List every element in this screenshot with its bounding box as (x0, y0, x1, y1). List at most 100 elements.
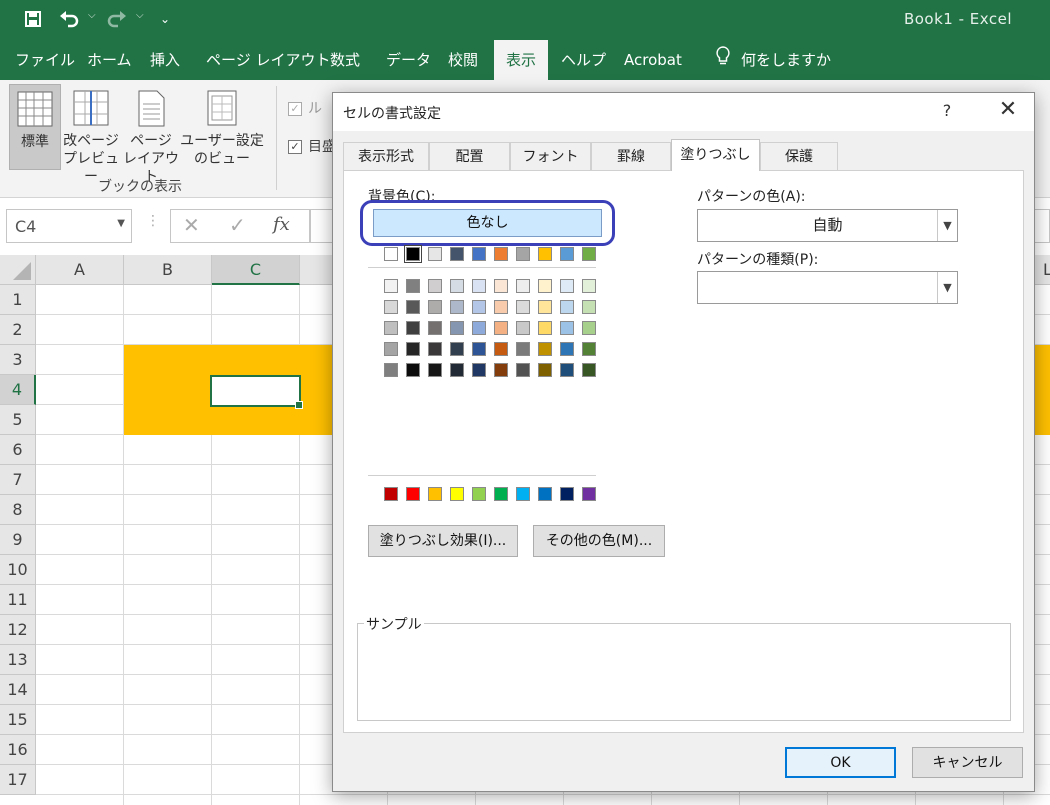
tint-color-swatch[interactable] (428, 363, 442, 377)
theme-color-swatch[interactable] (450, 247, 464, 261)
name-box[interactable]: C4 ▼ (6, 209, 132, 243)
tint-color-swatch[interactable] (516, 279, 530, 293)
tint-color-swatch[interactable] (428, 342, 442, 356)
undo-icon[interactable] (56, 8, 82, 30)
gridlines-checkbox[interactable]: ✓ 目盛 (288, 136, 336, 156)
more-colors-button[interactable]: その他の色(M)... (533, 525, 665, 557)
tint-color-swatch[interactable] (560, 363, 574, 377)
fill-effects-button[interactable]: 塗りつぶし効果(I)... (368, 525, 518, 557)
row-header-16[interactable]: 16 (0, 735, 36, 765)
tint-color-swatch[interactable] (538, 342, 552, 356)
tint-color-swatch[interactable] (494, 321, 508, 335)
tint-color-swatch[interactable] (582, 279, 596, 293)
tint-color-swatch[interactable] (450, 321, 464, 335)
cancel-button[interactable]: キャンセル (912, 747, 1023, 778)
tint-color-swatch[interactable] (494, 363, 508, 377)
tint-color-swatch[interactable] (384, 279, 398, 293)
tab-insert[interactable]: 挿入 (140, 40, 190, 80)
standard-color-swatch[interactable] (384, 487, 398, 501)
standard-color-swatch[interactable] (472, 487, 486, 501)
page-break-preview-button[interactable]: 改ページ プレビュー (62, 84, 120, 185)
theme-color-swatch[interactable] (384, 247, 398, 261)
tint-color-swatch[interactable] (406, 279, 420, 293)
tint-color-swatch[interactable] (516, 363, 530, 377)
tint-color-swatch[interactable] (494, 300, 508, 314)
theme-color-swatch[interactable] (494, 247, 508, 261)
standard-color-swatch[interactable] (450, 487, 464, 501)
theme-color-swatch[interactable] (428, 247, 442, 261)
confirm-entry-icon[interactable]: ✓ (229, 213, 246, 237)
tab-number[interactable]: 表示形式 (343, 142, 429, 170)
tint-color-swatch[interactable] (538, 363, 552, 377)
tint-color-swatch[interactable] (582, 300, 596, 314)
redo-dropdown-icon[interactable]: ⌵ (136, 10, 144, 21)
row-header-9[interactable]: 9 (0, 525, 36, 555)
tint-color-swatch[interactable] (406, 321, 420, 335)
row-header-8[interactable]: 8 (0, 495, 36, 525)
active-cell-c4[interactable] (210, 375, 303, 409)
standard-color-swatch[interactable] (428, 487, 442, 501)
theme-color-swatch[interactable] (538, 247, 552, 261)
tab-page-layout[interactable]: ページ レイアウト (196, 40, 340, 80)
tint-color-swatch[interactable] (560, 342, 574, 356)
row-header-2[interactable]: 2 (0, 315, 36, 345)
tab-data[interactable]: データ (376, 40, 441, 80)
chevron-down-icon[interactable]: ▼ (937, 272, 957, 303)
formula-bar-grip-icon[interactable]: ⋮ (146, 213, 160, 229)
standard-color-swatch[interactable] (560, 487, 574, 501)
tint-color-swatch[interactable] (406, 300, 420, 314)
undo-dropdown-icon[interactable]: ⌵ (88, 10, 96, 21)
tint-color-swatch[interactable] (538, 279, 552, 293)
close-icon[interactable]: ✕ (993, 97, 1023, 122)
select-all-button[interactable] (0, 255, 36, 285)
custom-views-button[interactable]: ユーザー設定 のビュー (180, 84, 264, 170)
standard-color-swatch[interactable] (538, 487, 552, 501)
pattern-style-select[interactable]: ▼ (697, 271, 958, 304)
tint-color-swatch[interactable] (472, 321, 486, 335)
tint-color-swatch[interactable] (428, 279, 442, 293)
tint-color-swatch[interactable] (516, 300, 530, 314)
tint-color-swatch[interactable] (450, 300, 464, 314)
pattern-color-select[interactable]: 自動 ▼ (697, 209, 958, 242)
tab-file[interactable]: ファイル (5, 40, 85, 80)
column-header-c[interactable]: C (212, 255, 300, 285)
tint-color-swatch[interactable] (384, 300, 398, 314)
theme-color-swatch[interactable] (582, 247, 596, 261)
tint-color-swatch[interactable] (384, 363, 398, 377)
customize-qat-icon[interactable]: ⌄ (152, 8, 178, 30)
normal-view-button[interactable]: 標準 (9, 84, 61, 170)
tell-me-search[interactable]: 何をしますか (705, 40, 841, 80)
row-header-10[interactable]: 10 (0, 555, 36, 585)
row-header-15[interactable]: 15 (0, 705, 36, 735)
theme-color-swatch[interactable] (472, 247, 486, 261)
ruler-checkbox[interactable]: ✓ ル (288, 98, 322, 118)
tint-color-swatch[interactable] (450, 363, 464, 377)
tab-alignment[interactable]: 配置 (429, 142, 510, 170)
row-header-3[interactable]: 3 (0, 345, 36, 375)
tint-color-swatch[interactable] (428, 300, 442, 314)
tint-color-swatch[interactable] (472, 363, 486, 377)
tint-color-swatch[interactable] (472, 342, 486, 356)
help-button[interactable]: ? (935, 101, 959, 120)
row-header-7[interactable]: 7 (0, 465, 36, 495)
tint-color-swatch[interactable] (472, 279, 486, 293)
tint-color-swatch[interactable] (494, 342, 508, 356)
row-header-6[interactable]: 6 (0, 435, 36, 465)
theme-color-swatch[interactable] (560, 247, 574, 261)
row-header-17[interactable]: 17 (0, 765, 36, 795)
standard-color-swatch[interactable] (582, 487, 596, 501)
tab-border[interactable]: 罫線 (591, 142, 671, 170)
ok-button[interactable]: OK (785, 747, 896, 778)
theme-color-swatch[interactable] (516, 247, 530, 261)
tint-color-swatch[interactable] (516, 321, 530, 335)
tab-review[interactable]: 校閲 (438, 40, 488, 80)
tint-color-swatch[interactable] (582, 321, 596, 335)
tint-color-swatch[interactable] (428, 321, 442, 335)
standard-color-swatch[interactable] (494, 487, 508, 501)
row-header-14[interactable]: 14 (0, 675, 36, 705)
tint-color-swatch[interactable] (538, 300, 552, 314)
tint-color-swatch[interactable] (582, 363, 596, 377)
tint-color-swatch[interactable] (582, 342, 596, 356)
tint-color-swatch[interactable] (560, 321, 574, 335)
tint-color-swatch[interactable] (450, 279, 464, 293)
